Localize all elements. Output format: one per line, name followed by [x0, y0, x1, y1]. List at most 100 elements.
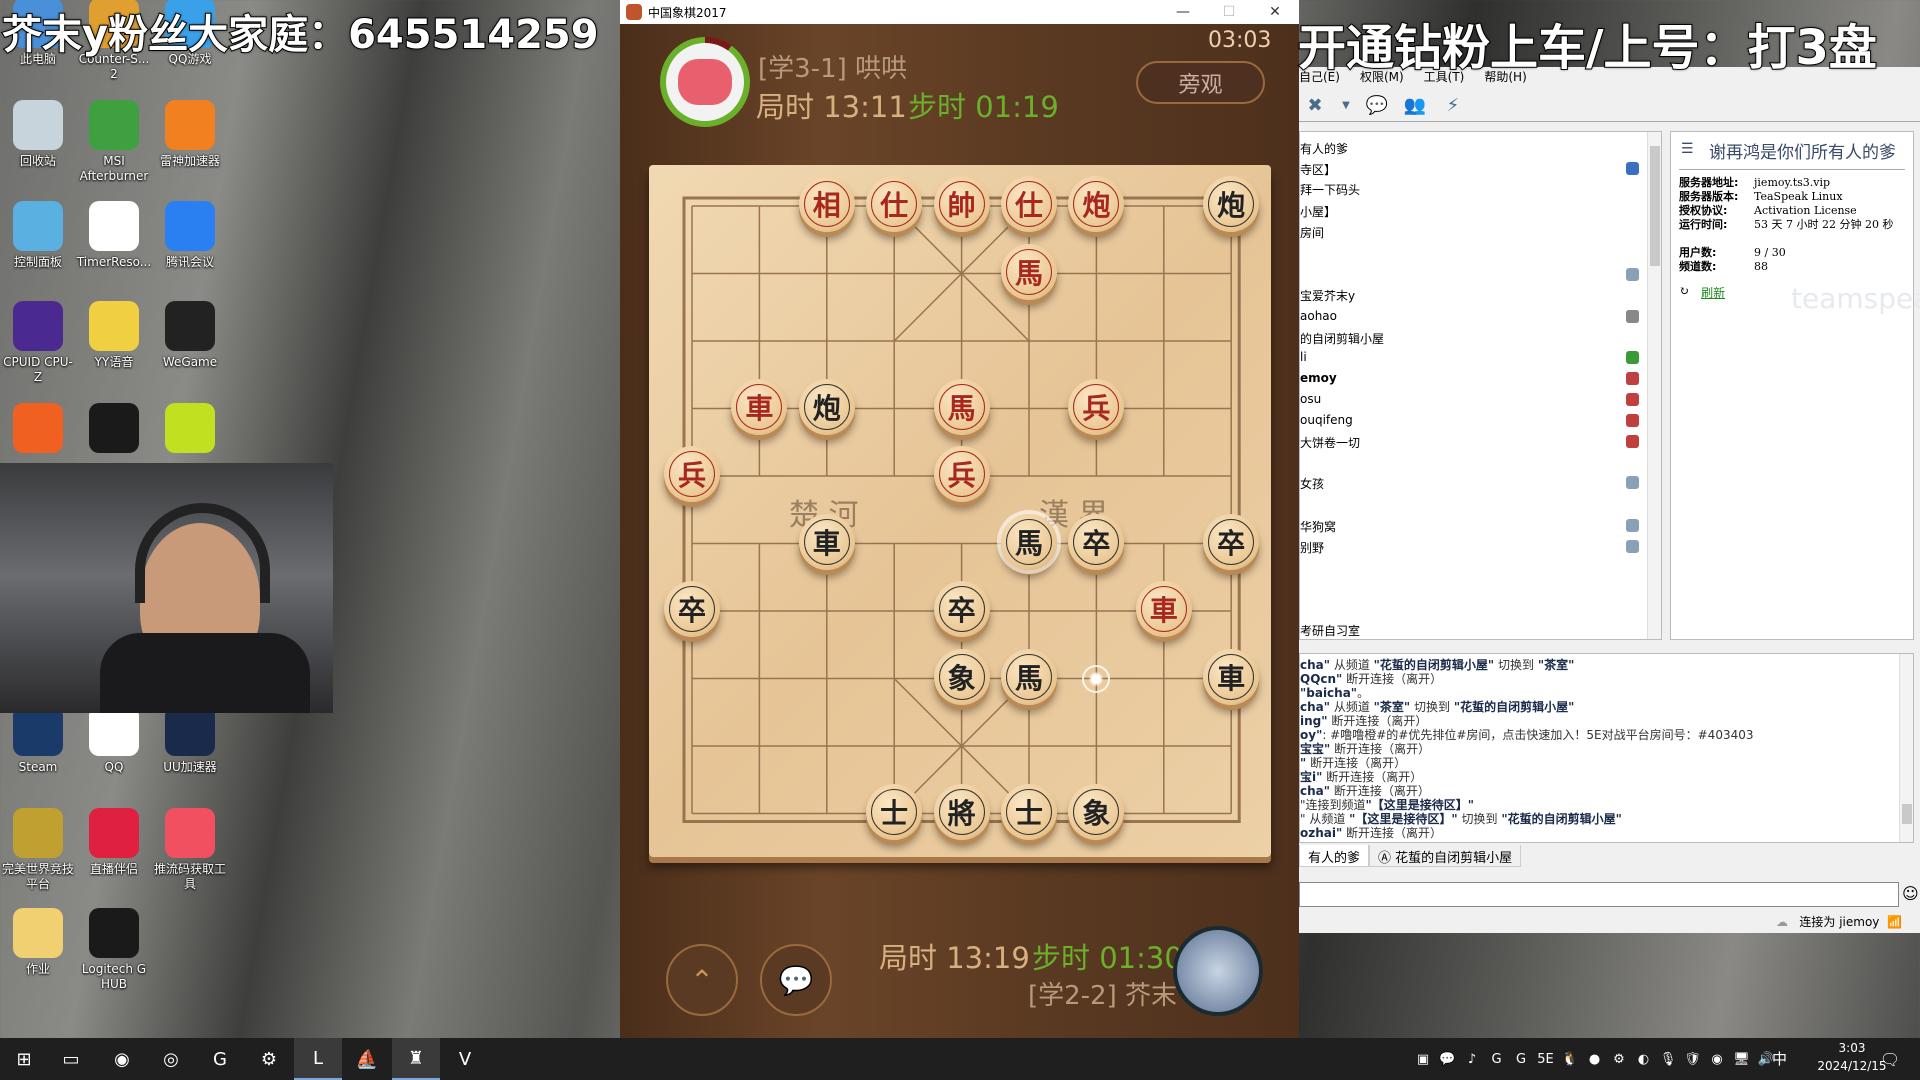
channel-tree-item[interactable]: 华狗窝: [1300, 518, 1336, 535]
chess-piece-red[interactable]: 帥: [933, 176, 990, 232]
whisper-icon[interactable]: ⚡: [1441, 94, 1465, 118]
channel-tree-item[interactable]: 拜一下码头: [1300, 181, 1360, 198]
notification-icon[interactable]: 🗨: [1880, 1049, 1900, 1069]
chess-piece-black[interactable]: 馬: [1001, 513, 1057, 570]
desktop-icon[interactable]: 雷神加速器: [152, 100, 228, 169]
sphere-icon[interactable]: ●: [1585, 1049, 1605, 1069]
nvidia-icon[interactable]: ▣: [1413, 1049, 1433, 1069]
chess-piece-black[interactable]: 象: [933, 648, 990, 705]
desktop-icon[interactable]: Logitech G HUB: [76, 908, 152, 992]
channel-tree-item[interactable]: aohao: [1300, 309, 1337, 323]
channel-tree-item[interactable]: 大饼卷一切: [1300, 434, 1360, 451]
chevron-down-icon[interactable]: ▼: [1341, 94, 1351, 118]
desktop-icon[interactable]: YY语音: [76, 301, 152, 370]
obs-icon[interactable]: ◐: [1634, 1049, 1654, 1069]
orange-app-icon[interactable]: ◉: [1707, 1049, 1727, 1069]
desktop-icon[interactable]: 完美世界竞技平台: [0, 808, 76, 892]
spectate-button[interactable]: 旁观: [1136, 61, 1265, 104]
channel-tree-item[interactable]: 的自闭剪辑小屋: [1300, 330, 1384, 347]
maximize-button[interactable]: ☐: [1206, 0, 1252, 24]
desktop-icon[interactable]: [0, 403, 76, 457]
valorant-icon[interactable]: V: [441, 1038, 489, 1080]
desktop-icon[interactable]: 作业: [0, 908, 76, 977]
chess-piece-black[interactable]: 卒: [1203, 513, 1260, 570]
league-icon[interactable]: L: [294, 1038, 342, 1080]
chess-piece-red[interactable]: 馬: [933, 378, 990, 435]
chess-piece-black[interactable]: 炮: [798, 378, 855, 435]
channel-tree-item[interactable]: 宝爱芥末y: [1300, 287, 1355, 304]
steam-icon[interactable]: ⚙: [245, 1038, 293, 1080]
chess-piece-red[interactable]: 馬: [1001, 243, 1057, 300]
channel-tree-item[interactable]: 考研自习室: [1300, 622, 1360, 639]
channel-tree[interactable]: 有人的爹 寺区】 拜一下码头 小屋】 房间 宝爱芥末y aohao 的自闭剪辑小屋 li emoy…: [1299, 131, 1662, 640]
music-icon[interactable]: ♪: [1462, 1049, 1482, 1069]
minimize-button[interactable]: —: [1160, 0, 1206, 24]
channel-tree-scrollbar[interactable]: [1647, 132, 1661, 639]
desktop-icon[interactable]: WeGame: [152, 301, 228, 370]
tab-channel[interactable]: Ⓐ 花蜇的自闭剪辑小屋: [1369, 845, 1522, 867]
app-g-icon[interactable]: G: [196, 1038, 244, 1080]
chess-piece-red[interactable]: 兵: [664, 446, 720, 502]
chess-piece-red[interactable]: 車: [731, 378, 788, 435]
bottom-player-avatar[interactable]: [1173, 926, 1263, 1016]
desktop-icon[interactable]: 直播伴侣: [76, 808, 152, 877]
desktop-icon[interactable]: 回收站: [0, 100, 76, 169]
channel-tree-item[interactable]: 小屋】: [1300, 203, 1336, 220]
chess-piece-red[interactable]: 仕: [1001, 176, 1057, 232]
tab-server[interactable]: 有人的爹: [1299, 845, 1370, 867]
chess-piece-black[interactable]: 將: [933, 783, 990, 840]
steam-icon[interactable]: ⚙: [1609, 1049, 1629, 1069]
chess-piece-black[interactable]: 車: [1203, 648, 1260, 705]
chat-scrollbar[interactable]: [1899, 654, 1913, 842]
chess-piece-black[interactable]: 卒: [664, 581, 720, 637]
chess-piece-black[interactable]: 炮: [1203, 176, 1260, 232]
logitech-icon[interactable]: G: [1511, 1049, 1531, 1069]
mute-icon[interactable]: ✖: [1303, 94, 1327, 118]
microphone-icon[interactable]: 🎙: [1658, 1049, 1678, 1069]
desktop-icon[interactable]: [76, 403, 152, 457]
channel-tree-item[interactable]: 别野: [1300, 539, 1324, 556]
channel-tree-item[interactable]: emoy: [1300, 371, 1337, 385]
chess-piece-red[interactable]: 兵: [1068, 378, 1125, 435]
task-view-icon[interactable]: ▭: [47, 1038, 95, 1080]
desktop-icon[interactable]: UU加速器: [152, 706, 228, 775]
desktop-icon[interactable]: Steam: [0, 706, 76, 775]
chat-button[interactable]: 💬: [760, 944, 832, 1016]
emoji-icon[interactable]: ☺: [1902, 884, 1919, 903]
start-icon[interactable]: ⊞: [0, 1038, 48, 1080]
g-app-icon[interactable]: G: [1487, 1049, 1507, 1069]
top-player-avatar[interactable]: [660, 37, 750, 127]
channel-tree-item[interactable]: 寺区】: [1300, 161, 1336, 178]
chess-piece-red[interactable]: 車: [1135, 581, 1192, 637]
chess-board[interactable]: 楚 河 漢 界 相仕帥仕炮炮馬車炮馬兵兵兵車馬卒卒卒卒車象馬車士將士象: [649, 165, 1271, 857]
chat-input[interactable]: [1299, 882, 1899, 907]
network-icon[interactable]: 🖥: [1732, 1049, 1752, 1069]
qq-icon[interactable]: 🐧: [1560, 1049, 1580, 1069]
desktop-icon[interactable]: CPUID CPU-Z: [0, 301, 76, 385]
desktop-icon[interactable]: MSI Afterburner: [76, 100, 152, 184]
channel-tree-item[interactable]: osu: [1300, 392, 1321, 406]
channel-tree-item[interactable]: 女孩: [1300, 475, 1324, 492]
chess-piece-red[interactable]: 相: [798, 176, 855, 232]
chess-piece-black[interactable]: 士: [866, 783, 923, 840]
browser-icon[interactable]: ◉: [98, 1038, 146, 1080]
5e-icon[interactable]: 5E: [1536, 1049, 1556, 1069]
desktop-icon[interactable]: 腾讯会议: [152, 201, 228, 270]
chess-piece-red[interactable]: 炮: [1068, 176, 1125, 232]
chess-piece-black[interactable]: 卒: [1068, 513, 1125, 570]
desktop-icon[interactable]: TimerReso...: [76, 201, 152, 270]
chess-piece-red[interactable]: 兵: [933, 446, 990, 502]
desktop-icon[interactable]: [152, 403, 228, 457]
chess-piece-black[interactable]: 象: [1068, 783, 1125, 840]
chess-piece-black[interactable]: 車: [798, 513, 855, 570]
volume-icon[interactable]: 🔊: [1756, 1049, 1776, 1069]
refresh-link[interactable]: 刷新: [1701, 284, 1725, 301]
contacts-icon[interactable]: 👥: [1403, 94, 1427, 118]
menu-up-button[interactable]: ⌃: [666, 944, 738, 1016]
channel-tree-item[interactable]: 房间: [1300, 224, 1324, 241]
channel-tree-item[interactable]: 有人的爹: [1300, 140, 1348, 157]
obs-icon[interactable]: ◎: [147, 1038, 195, 1080]
chinese-chess-icon[interactable]: ♜: [392, 1038, 440, 1080]
close-button[interactable]: ✕: [1252, 0, 1298, 24]
desktop-icon[interactable]: QQ: [76, 706, 152, 775]
